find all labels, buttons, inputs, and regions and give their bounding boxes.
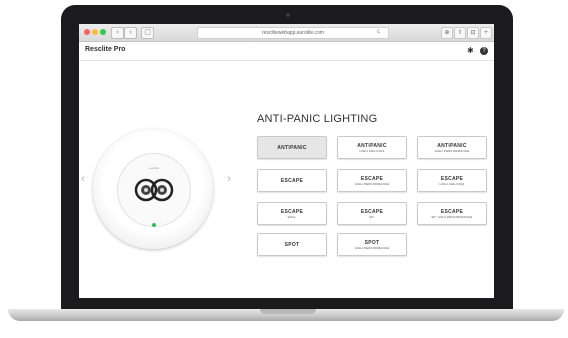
mode-button-label: ANTIPANIC [277, 144, 307, 151]
mode-button-antipanic-high-ceilings[interactable]: ANTIPANIC HIGH CEILINGS [337, 136, 407, 159]
close-window-icon[interactable] [84, 29, 90, 35]
mode-button-sublabel: HIGH CEILINGS [359, 148, 385, 153]
lens-icon [134, 178, 174, 202]
app-header: Resclite Pro ✱ ? [79, 42, 494, 61]
mode-button-antipanic-high-performance[interactable]: ANTIPANIC HIGH PERFORMANCE [417, 136, 487, 159]
tabs-icon[interactable]: ⊡ [467, 27, 479, 39]
new-tab-icon[interactable]: + [480, 27, 492, 39]
mode-button-escape-90-high-performance[interactable]: ESCAPE 90° HIGH PERFORMANCE [417, 202, 487, 225]
help-icon[interactable]: ? [480, 47, 488, 55]
camera-icon [286, 13, 290, 17]
back-button[interactable]: ‹ [111, 27, 124, 39]
section-heading: ANTI-PANIC LIGHTING [257, 113, 378, 125]
mode-button-sublabel: HIGH PERFORMANCE [354, 181, 390, 186]
mode-button-sublabel: 90° [369, 214, 375, 219]
mode-button-escape-wall[interactable]: ESCAPE WALL [257, 202, 327, 225]
mode-button-sublabel: HIGH PERFORMANCE [434, 148, 470, 153]
minimize-window-icon[interactable] [92, 29, 98, 35]
status-led-icon [152, 223, 156, 227]
download-icon[interactable]: ⊕ [441, 27, 453, 39]
mode-button-sublabel: HIGH CEILINGS [439, 181, 465, 186]
mode-button-escape[interactable]: ESCAPE [257, 169, 327, 192]
laptop-notch [260, 309, 316, 314]
mode-button-label: SPOT [284, 241, 300, 248]
mode-button-label: ESCAPE [280, 177, 304, 184]
mode-button-escape-90[interactable]: ESCAPE 90° [337, 202, 407, 225]
product-image: eurolite [93, 129, 213, 249]
mode-button-spot[interactable]: SPOT [257, 233, 327, 256]
settings-gear-icon[interactable]: ✱ [467, 46, 474, 56]
mode-button-antipanic[interactable]: ANTIPANIC [257, 136, 327, 159]
browser-toolbar: ‹ › ▢ resclitewebapp.eurolite.com c ⊕ ⇧ … [79, 24, 494, 42]
laptop-base [8, 309, 564, 321]
mode-button-escape-high-performance[interactable]: ESCAPE HIGH PERFORMANCE [337, 169, 407, 192]
mode-button-sublabel: WALL [287, 214, 297, 219]
app-title: Resclite Pro [85, 46, 126, 53]
mode-button-sublabel: 90° HIGH PERFORMANCE [431, 214, 473, 219]
mode-button-sublabel: HIGH PERFORMANCE [354, 245, 390, 250]
device-lens-housing: eurolite [117, 153, 191, 227]
mode-button-spot-high-performance[interactable]: SPOT HIGH PERFORMANCE [337, 233, 407, 256]
mode-button-escape-high-ceilings[interactable]: ESCAPE HIGH CEILINGS [417, 169, 487, 192]
previous-arrow-icon[interactable]: ‹ [81, 171, 85, 185]
maximize-window-icon[interactable] [100, 29, 106, 35]
forward-button[interactable]: › [124, 27, 137, 39]
sidebar-toggle-icon[interactable]: ▢ [141, 27, 154, 39]
next-arrow-icon[interactable]: › [227, 171, 231, 185]
reload-icon[interactable]: c [377, 27, 380, 37]
address-bar[interactable]: resclitewebapp.eurolite.com [197, 27, 389, 39]
screen: ‹ › ▢ resclitewebapp.eurolite.com c ⊕ ⇧ … [79, 24, 494, 298]
share-icon[interactable]: ⇧ [454, 27, 466, 39]
